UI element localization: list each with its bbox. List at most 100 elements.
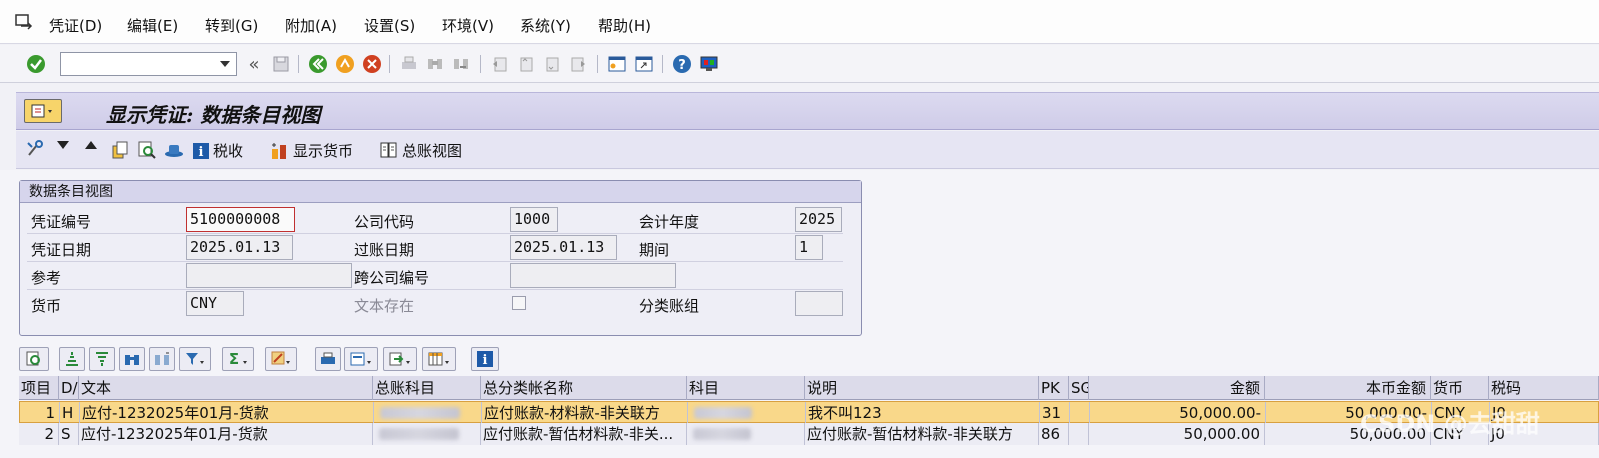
col-description[interactable]: 说明 — [805, 376, 1039, 400]
collapse-icon[interactable]: « — [243, 53, 265, 75]
command-input[interactable] — [61, 53, 211, 75]
first-page-icon[interactable] — [489, 53, 511, 75]
col-amount[interactable]: 金额 — [1089, 376, 1265, 400]
menu-settings[interactable]: 设置(S) — [364, 15, 415, 36]
exit-icon[interactable] — [334, 53, 356, 75]
system-menu-icon[interactable] — [15, 14, 33, 30]
previous-page-icon[interactable] — [515, 53, 537, 75]
info-icon: i — [193, 142, 209, 160]
svg-text:i: i — [199, 145, 204, 160]
cell-gl-account — [373, 423, 481, 445]
cell-gl-account-name: 应付账款-暂估材料款-非关... — [481, 423, 687, 445]
text-exists-checkbox[interactable] — [512, 296, 526, 310]
cancel-icon[interactable] — [361, 53, 383, 75]
menu-bar: 凭证(D) 编辑(E) 转到(G) 附加(A) 设置(S) 环境(V) 系统(Y… — [0, 0, 1599, 44]
customize-layout-icon[interactable] — [698, 53, 720, 75]
find-icon[interactable] — [424, 53, 446, 75]
sort-ascending-icon[interactable] — [59, 347, 85, 371]
col-special-gl[interactable]: SG — [1069, 376, 1089, 400]
filter-icon[interactable] — [179, 347, 211, 371]
col-tax-code[interactable]: 税码 — [1489, 376, 1599, 400]
info-icon[interactable]: i — [471, 347, 499, 371]
back-icon[interactable] — [307, 53, 329, 75]
new-session-icon[interactable] — [606, 53, 628, 75]
menu-edit[interactable]: 编辑(E) — [127, 15, 178, 36]
document-date-label: 凭证日期 — [31, 241, 92, 259]
help-icon[interactable]: ? — [671, 53, 693, 75]
menu-system[interactable]: 系统(Y) — [520, 15, 571, 36]
cell-text: 应付-1232025年01月-货款 — [80, 402, 374, 424]
cell-account — [688, 402, 806, 424]
sort-descending-icon[interactable] — [89, 347, 115, 371]
data-entry-view-group: 数据条目视图 — [19, 180, 862, 336]
period-label: 期间 — [639, 241, 670, 259]
menu-document[interactable]: 凭证(D) — [49, 15, 102, 36]
export-icon[interactable] — [383, 347, 417, 371]
reference-field[interactable] — [186, 263, 352, 288]
print-preview-icon[interactable] — [315, 347, 341, 371]
find-next-binoculars-icon[interactable] — [149, 347, 175, 371]
col-gl-account-name[interactable]: 总分类帐名称 — [481, 376, 687, 400]
collapse-up-icon[interactable] — [84, 140, 98, 150]
command-field[interactable] — [60, 52, 237, 76]
print-icon[interactable] — [398, 53, 420, 75]
fiscal-year-field[interactable]: 2025 — [795, 207, 842, 232]
col-item[interactable]: 项目 — [19, 376, 59, 400]
menu-help[interactable]: 帮助(H) — [598, 15, 651, 36]
taxes-button[interactable]: i 税收 — [192, 140, 243, 161]
shortcut-icon[interactable] — [633, 53, 655, 75]
find-next-icon[interactable] — [450, 53, 472, 75]
currency-field[interactable]: CNY — [186, 291, 244, 316]
cell-description: 应付账款-暂估材料款-非关联方 — [805, 423, 1039, 445]
posting-date-field[interactable]: 2025.01.13 — [510, 235, 617, 260]
find-binoculars-icon[interactable] — [119, 347, 145, 371]
document-date-field[interactable]: 2025.01.13 — [186, 235, 293, 260]
copy-document-icon[interactable] — [110, 140, 130, 160]
grid-header: 项目 D/ 文本 总账科目 总分类帐名称 科目 说明 PK SG 金额 本币金额… — [19, 376, 1599, 400]
company-code-field[interactable]: 1000 — [510, 207, 558, 232]
col-gl-account[interactable]: 总账科目 — [373, 376, 481, 400]
cell-gl-account-name: 应付账款-材料款-非关联方 — [482, 402, 688, 424]
col-currency[interactable]: 货币 — [1431, 376, 1489, 400]
menu-environment[interactable]: 环境(V) — [442, 15, 494, 36]
last-page-icon[interactable] — [567, 53, 589, 75]
details-icon[interactable] — [19, 347, 49, 371]
expand-down-icon[interactable] — [56, 140, 70, 150]
document-number-field[interactable]: 5100000008 — [186, 207, 295, 232]
hat-icon[interactable] — [164, 140, 184, 160]
watermark: CSDN @去甜甜 — [1360, 410, 1540, 438]
cross-company-field[interactable] — [510, 263, 676, 288]
enter-checkmark-icon[interactable] — [25, 53, 47, 75]
posting-date-label: 过账日期 — [354, 241, 415, 259]
screen-menu-icon[interactable] — [24, 99, 62, 123]
chevron-down-icon[interactable] — [220, 61, 230, 67]
views-icon[interactable] — [344, 347, 378, 371]
layout-icon[interactable] — [422, 347, 456, 371]
currency-icon — [272, 142, 286, 159]
menu-extras[interactable]: 附加(A) — [285, 15, 337, 36]
cell-posting-key: 86 — [1039, 423, 1069, 445]
cell-debit-credit: S — [59, 423, 79, 445]
ledger-group-field[interactable] — [795, 291, 843, 316]
next-page-icon[interactable] — [541, 53, 563, 75]
save-icon[interactable] — [270, 53, 292, 75]
subtotal-icon[interactable] — [265, 347, 297, 371]
svg-text:?: ? — [678, 58, 686, 73]
col-posting-key[interactable]: PK — [1039, 376, 1069, 400]
menu-goto[interactable]: 转到(G) — [205, 15, 258, 36]
col-text[interactable]: 文本 — [79, 376, 373, 400]
cell-gl-account — [374, 402, 482, 424]
col-account[interactable]: 科目 — [687, 376, 805, 400]
sum-icon[interactable]: Σ — [222, 347, 254, 371]
period-field[interactable]: 1 — [795, 235, 823, 260]
cell-special-gl — [1069, 423, 1089, 445]
general-ledger-view-button[interactable]: 总账视图 — [379, 140, 462, 161]
tools-icon[interactable] — [26, 140, 48, 158]
col-debit-credit[interactable]: D/ — [59, 376, 79, 400]
col-local-amount[interactable]: 本币金额 — [1265, 376, 1431, 400]
display-currency-label: 显示货币 — [293, 142, 354, 160]
text-exists-label: 文本存在 — [354, 297, 415, 315]
page-title: 显示凭证: 数据条目视图 — [106, 103, 321, 127]
display-details-icon[interactable] — [137, 140, 157, 160]
display-currency-button[interactable]: 显示货币 — [270, 140, 353, 161]
